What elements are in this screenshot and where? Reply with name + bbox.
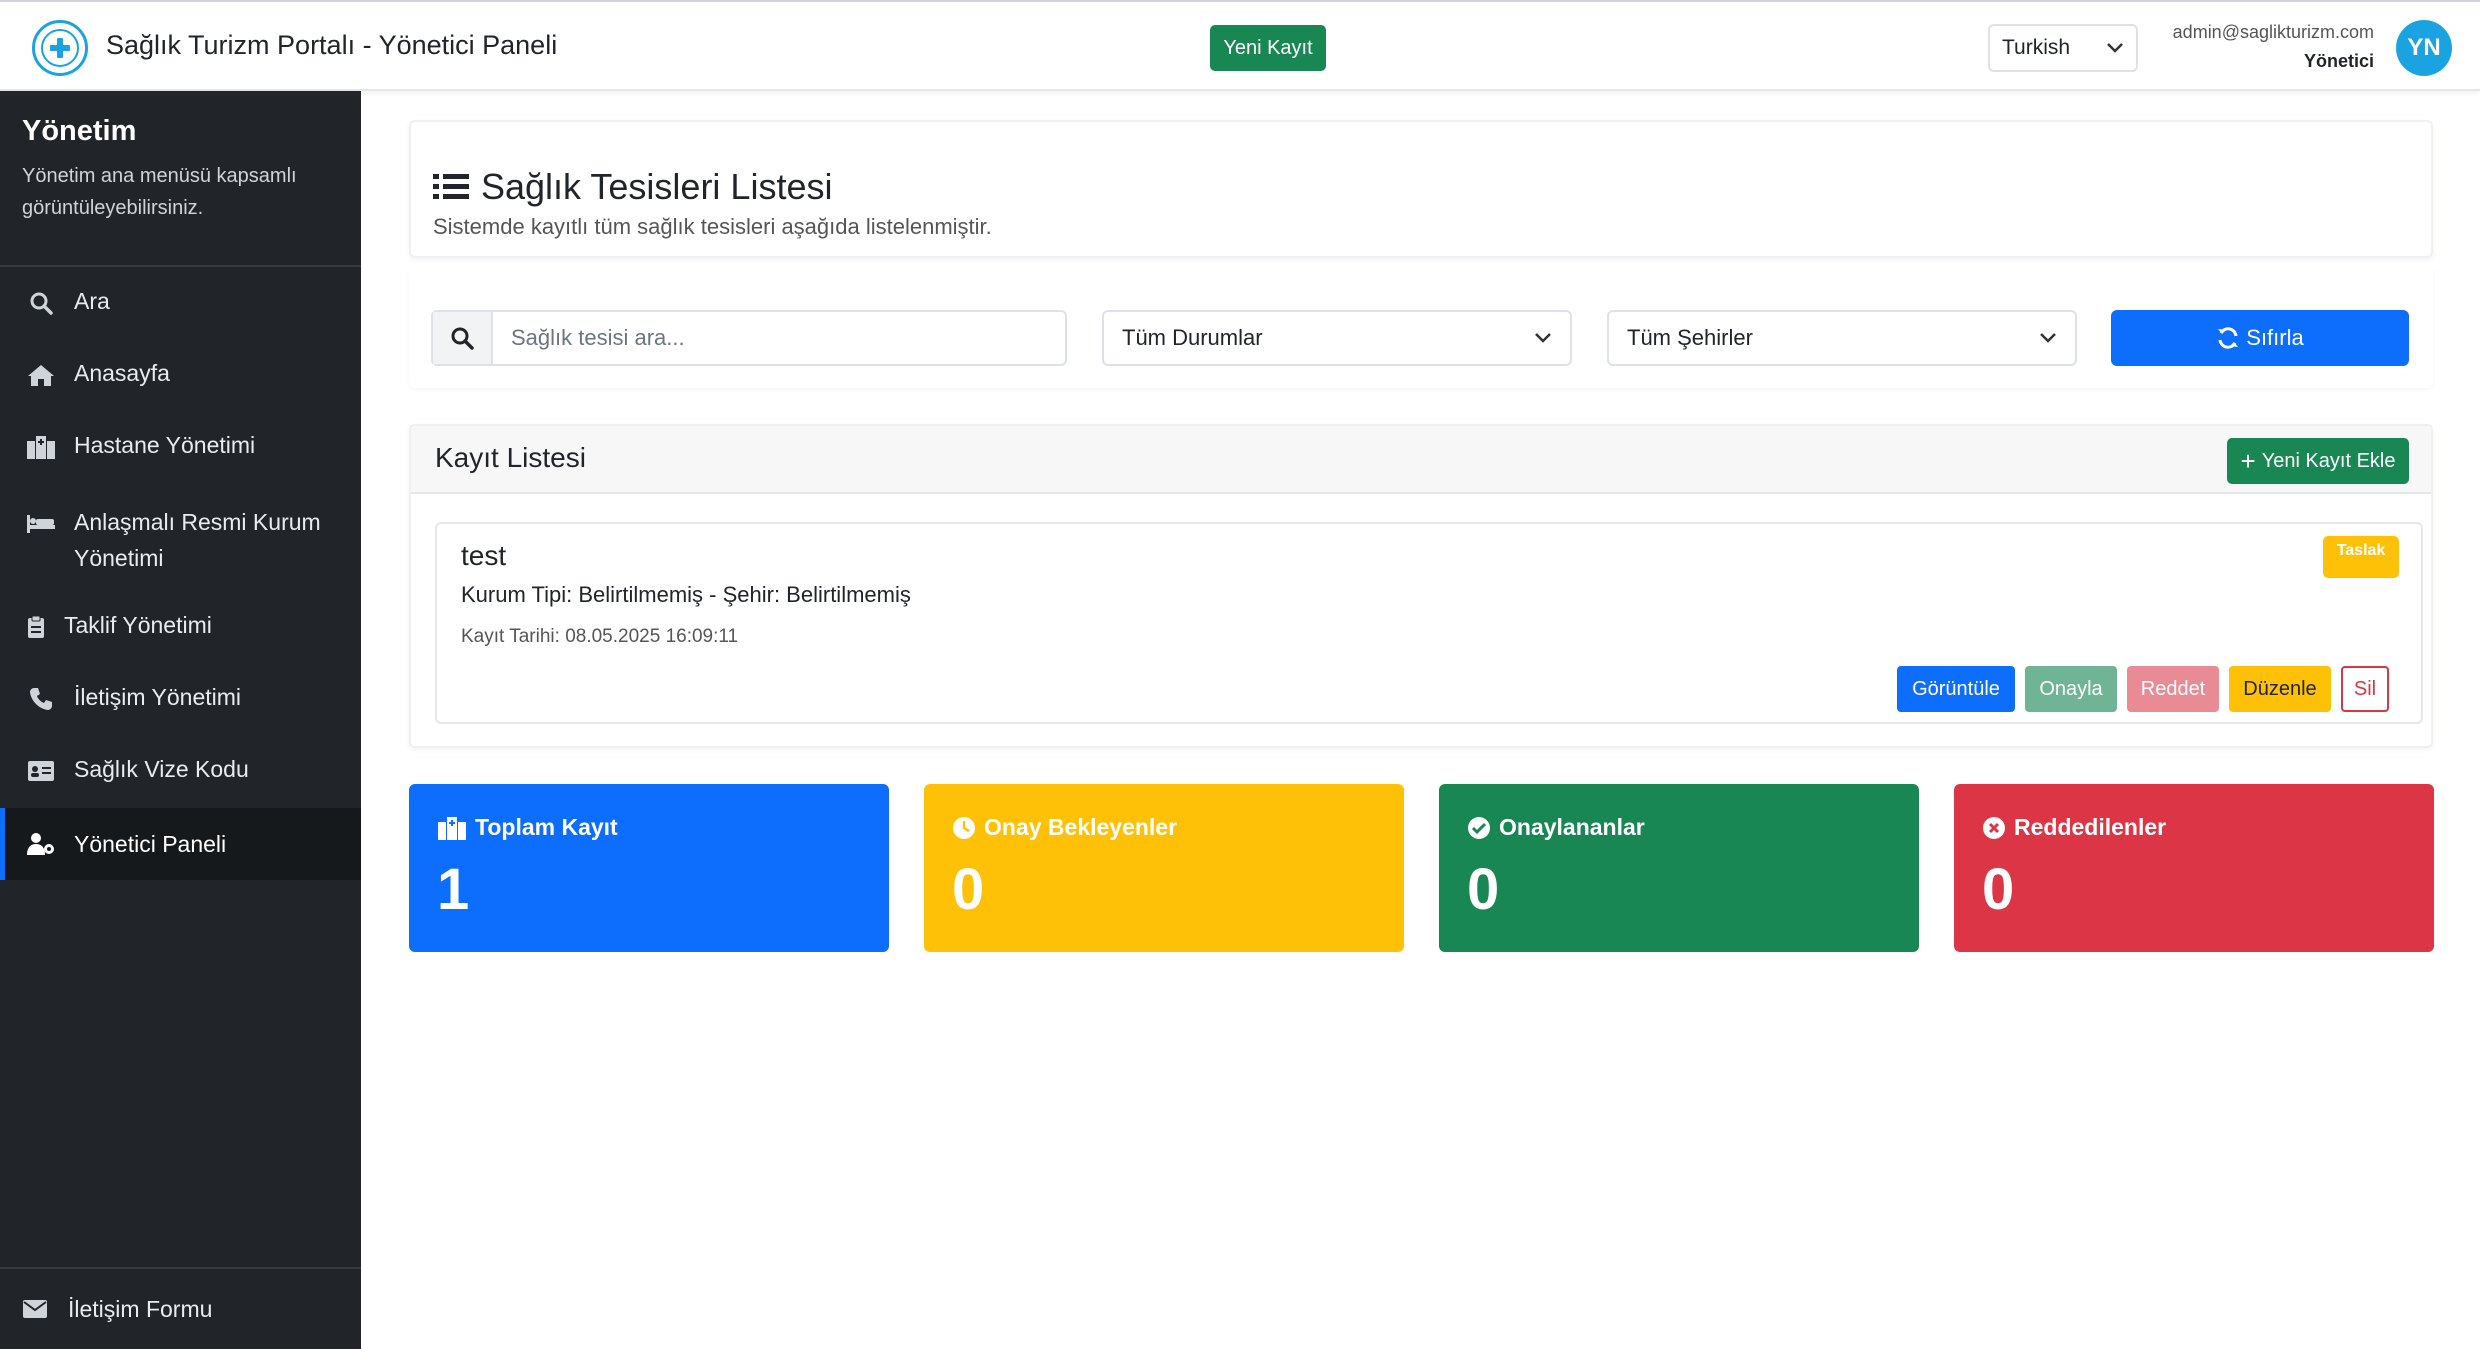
record-list-header: Kayıt Listesi + Yeni Kayıt Ekle xyxy=(411,426,2431,494)
chevron-down-icon xyxy=(2106,36,2124,60)
sidebar-item-anasayfa[interactable]: Anasayfa xyxy=(0,360,361,390)
stat-label-text: Onaylananlar xyxy=(1499,814,1645,840)
stat-label-text: Reddedilenler xyxy=(2014,814,2167,840)
approve-button[interactable]: Onayla xyxy=(2025,666,2117,712)
portal-logo-icon[interactable] xyxy=(32,20,88,76)
page-title-text: Sağlık Tesisleri Listesi xyxy=(481,166,833,207)
record-list-card: Kayıt Listesi + Yeni Kayıt Ekle test Kur… xyxy=(409,424,2433,748)
stat-card-pending: Onay Bekleyenler 0 xyxy=(924,784,1404,952)
list-item: test Kurum Tipi: Belirtilmemiş - Şehir: … xyxy=(435,522,2423,724)
delete-button[interactable]: Sil xyxy=(2341,666,2389,712)
reject-button[interactable]: Reddet xyxy=(2127,666,2219,712)
search-input[interactable] xyxy=(493,312,1065,364)
add-record-button[interactable]: + Yeni Kayıt Ekle xyxy=(2227,438,2409,484)
page-subtitle: Sistemde kayıtlı tüm sağlık tesisleri aş… xyxy=(433,214,992,239)
sidebar-item-saglik-vize-kodu[interactable]: Sağlık Vize Kodu xyxy=(0,756,361,786)
top-navbar: Sağlık Turizm Portalı - Yönetici Paneli … xyxy=(0,0,2480,91)
search-icon xyxy=(433,312,493,364)
search-group xyxy=(431,310,1067,366)
stat-label: Onay Bekleyenler xyxy=(952,814,1177,841)
user-email: admin@saglikturizm.com xyxy=(2172,22,2374,42)
stat-label: Reddedilenler xyxy=(1982,814,2166,841)
x-circle-icon xyxy=(1982,816,2006,840)
stat-label-text: Toplam Kayıt xyxy=(475,814,618,840)
chevron-down-icon xyxy=(1534,332,1552,344)
status-badge: Taslak xyxy=(2323,536,2399,578)
sidebar: Yönetim Yönetim ana menüsü kapsamlı görü… xyxy=(0,91,361,1349)
new-record-button[interactable]: Yeni Kayıt xyxy=(1210,25,1326,71)
sidebar-item-label: Yönetici Paneli xyxy=(74,830,227,857)
filters-card: Tüm Durumlar Tüm Şehirler Sıfırla xyxy=(409,266,2433,388)
phone-icon xyxy=(26,684,56,714)
record-info: Kurum Tipi: Belirtilmemiş - Şehir: Belir… xyxy=(461,582,911,607)
sidebar-title: Yönetim xyxy=(22,115,137,147)
view-button[interactable]: Görüntüle xyxy=(1897,666,2015,712)
app-title: Sağlık Turizm Portalı - Yönetici Paneli xyxy=(106,30,558,60)
add-record-label: Yeni Kayıt Ekle xyxy=(2261,449,2396,472)
sidebar-item-label: Sağlık Vize Kodu xyxy=(74,756,249,782)
edit-button[interactable]: Düzenle xyxy=(2229,666,2331,712)
language-selected: Turkish xyxy=(2002,36,2071,59)
user-role: Yönetici xyxy=(2303,51,2374,71)
stat-value: 0 xyxy=(952,857,985,922)
sidebar-footer-label: İletişim Formu xyxy=(68,1295,213,1322)
sidebar-item-iletisim-formu[interactable]: İletişim Formu xyxy=(0,1267,361,1349)
institution-icon xyxy=(26,508,56,538)
reset-button-label: Sıfırla xyxy=(2246,325,2304,350)
stat-card-total: Toplam Kayıt 1 xyxy=(409,784,889,952)
search-icon xyxy=(26,288,56,318)
clock-icon xyxy=(952,816,976,840)
plus-icon: + xyxy=(2240,446,2256,476)
sidebar-item-label: Anlaşmalı Resmi Kurum Yönetimi xyxy=(74,509,321,571)
stat-label-text: Onay Bekleyenler xyxy=(984,814,1178,840)
city-filter-select[interactable]: Tüm Şehirler xyxy=(1607,310,2077,366)
sidebar-item-yonetici-paneli[interactable]: Yönetici Paneli xyxy=(0,808,361,880)
status-filter-select[interactable]: Tüm Durumlar xyxy=(1102,310,1572,366)
record-list-title: Kayıt Listesi xyxy=(435,442,586,473)
list-icon xyxy=(433,172,469,202)
sidebar-item-label: Ara xyxy=(74,288,110,314)
check-circle-icon xyxy=(1467,816,1491,840)
sidebar-item-anlasmali-kurum[interactable]: Anlaşmalı Resmi Kurum Yönetimi xyxy=(0,504,361,576)
hospital-icon xyxy=(437,816,467,840)
sidebar-item-label: Hastane Yönetimi xyxy=(74,432,256,458)
stat-card-rejected: Reddedilenler 0 xyxy=(1954,784,2434,952)
refresh-icon xyxy=(2216,326,2240,350)
record-name: test xyxy=(461,540,507,571)
stat-value: 0 xyxy=(1982,857,2015,922)
stat-value: 0 xyxy=(1467,857,1500,922)
city-filter-selected: Tüm Şehirler xyxy=(1627,325,1753,350)
sidebar-item-taklif-yonetimi[interactable]: Taklif Yönetimi xyxy=(0,612,361,642)
chevron-down-icon xyxy=(2039,332,2057,344)
sidebar-item-label: İletişim Yönetimi xyxy=(74,684,242,710)
record-date: Kayıt Tarihi: 08.05.2025 16:09:11 xyxy=(461,626,739,647)
hospital-icon xyxy=(26,432,56,462)
sidebar-item-label: Anasayfa xyxy=(74,360,170,386)
sidebar-item-hastane-yonetimi[interactable]: Hastane Yönetimi xyxy=(0,432,361,462)
reset-button[interactable]: Sıfırla xyxy=(2111,310,2409,366)
stat-card-approved: Onaylananlar 0 xyxy=(1439,784,1919,952)
sidebar-item-ara[interactable]: Ara xyxy=(0,288,361,318)
page-title: Sağlık Tesisleri Listesi xyxy=(433,166,832,208)
clipboard-icon xyxy=(26,612,46,642)
user-gear-icon xyxy=(26,829,56,859)
home-icon xyxy=(26,360,56,390)
stat-label: Onaylananlar xyxy=(1467,814,1645,841)
sidebar-description: Yönetim ana menüsü kapsamlı görüntüleyeb… xyxy=(22,165,297,219)
sidebar-header: Yönetim Yönetim ana menüsü kapsamlı görü… xyxy=(0,91,361,267)
page-header-card: Sağlık Tesisleri Listesi Sistemde kayıtl… xyxy=(409,120,2433,258)
sidebar-item-iletisim-yonetimi[interactable]: İletişim Yönetimi xyxy=(0,684,361,714)
stat-value: 1 xyxy=(437,857,470,922)
envelope-icon xyxy=(22,1299,52,1319)
id-card-icon xyxy=(26,756,56,786)
language-select[interactable]: Turkish xyxy=(1988,24,2138,72)
stat-label: Toplam Kayıt xyxy=(437,814,618,841)
avatar[interactable]: YN xyxy=(2396,20,2452,76)
status-filter-selected: Tüm Durumlar xyxy=(1122,325,1263,350)
sidebar-item-label: Taklif Yönetimi xyxy=(64,612,212,638)
